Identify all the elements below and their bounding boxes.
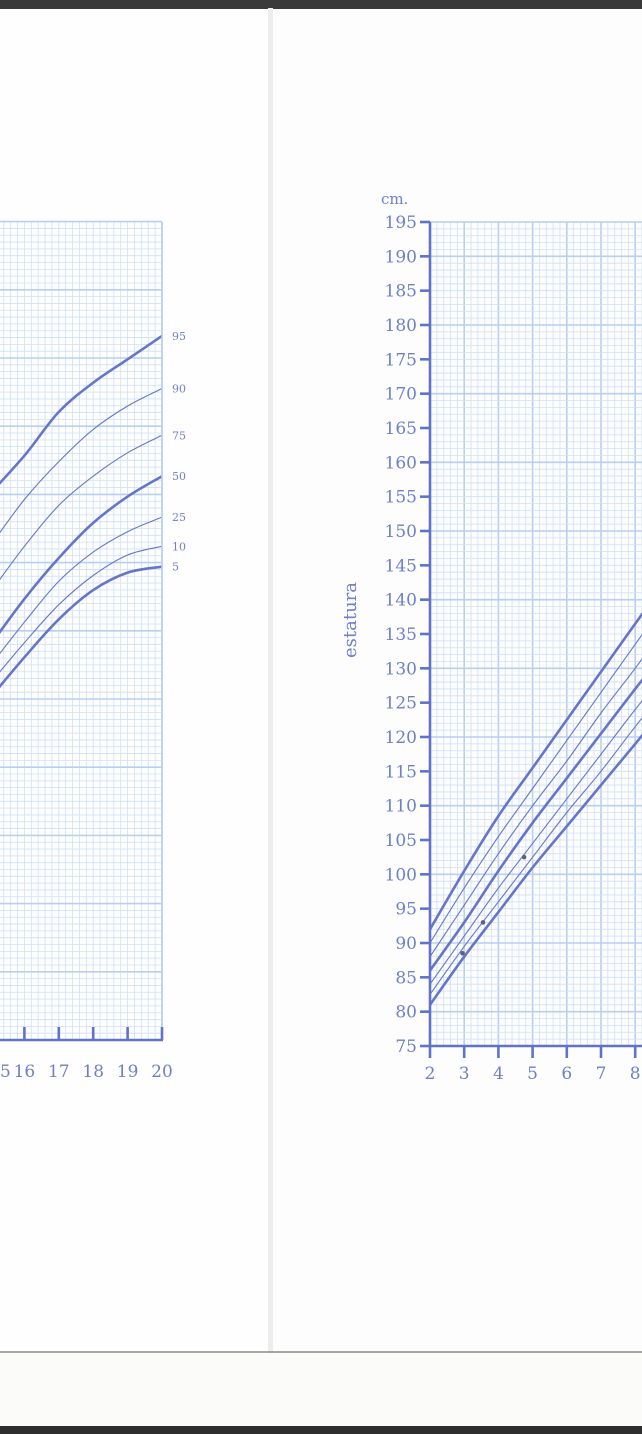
y-tick-label-85: 85 [395,968,417,988]
y-tick-label-180: 180 [385,316,417,336]
book-spread-scan: 5 16 17 18 19 20 9590755025105 cm. estatura 7… [0,0,642,1434]
y-tick-label-130: 130 [385,659,417,679]
percentile-label-50: 50 [172,470,186,483]
y-tick-label-165: 165 [385,419,417,439]
y-tick-label-90: 90 [395,934,417,954]
x-tick-label-8: 8 [630,1064,641,1084]
y-tick-label-150: 150 [385,522,417,542]
percentile-label-95: 95 [172,330,186,343]
y-tick-label-115: 115 [385,762,417,782]
percentile-label-25: 25 [172,511,186,524]
x-tick-label-7: 7 [596,1064,607,1084]
x-tick-label-6: 6 [561,1064,572,1084]
x-tick-label-2: 2 [425,1064,436,1084]
y-tick-label-105: 105 [385,831,417,851]
y-tick-label-100: 100 [385,865,417,885]
x-tick-label-16: 16 [14,1062,36,1082]
y-axis-unit-label: cm. [381,190,408,208]
x-tick-label-partial: 5 [0,1062,11,1082]
y-tick-label-190: 190 [385,247,417,267]
percentile-label-5: 5 [172,561,179,574]
x-tick-label-17: 17 [48,1062,70,1082]
measurement-point-2 [480,920,486,925]
y-tick-label-145: 145 [385,556,417,576]
y-tick-label-135: 135 [385,625,417,645]
book-gutter [268,8,273,1353]
left-chart-grid [0,220,163,1041]
x-tick-label-5: 5 [527,1064,538,1084]
measurement-point-1 [460,951,465,956]
y-tick-label-140: 140 [385,591,417,611]
x-tick-label-19: 19 [117,1062,139,1082]
percentile-label-75: 75 [172,429,186,442]
y-tick-label-110: 110 [385,797,417,817]
y-tick-label-160: 160 [385,453,417,473]
bottom-scan-edge [0,1426,642,1434]
y-tick-label-120: 120 [385,728,417,748]
y-tick-label-125: 125 [385,694,417,714]
y-tick-label-195: 195 [385,213,417,233]
y-tick-label-75: 75 [395,1037,417,1057]
x-tick-label-3: 3 [459,1064,470,1084]
percentile-label-90: 90 [172,383,186,396]
right-chart-grid [429,221,642,1047]
x-tick-label-18: 18 [82,1062,104,1082]
x-tick-label-4: 4 [493,1064,504,1084]
x-tick-label-20: 20 [151,1062,173,1082]
y-tick-label-185: 185 [385,282,417,302]
y-tick-label-175: 175 [385,350,417,370]
y-tick-label-95: 95 [395,900,417,920]
left-page [0,8,268,1353]
y-tick-label-155: 155 [385,488,417,508]
y-tick-label-80: 80 [395,1003,417,1023]
y-tick-label-170: 170 [385,385,417,405]
measurement-point-3 [521,854,527,860]
percentile-label-10: 10 [172,540,186,553]
top-scan-edge [0,0,642,9]
y-axis-title: estatura [340,582,361,658]
